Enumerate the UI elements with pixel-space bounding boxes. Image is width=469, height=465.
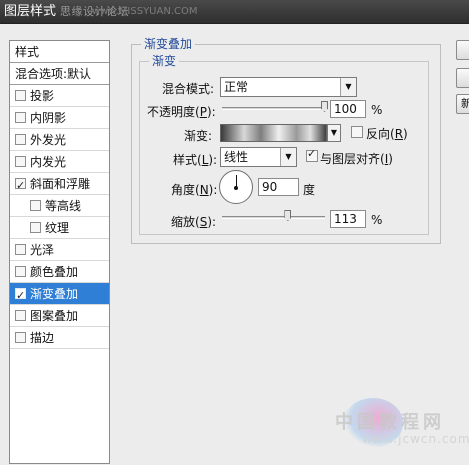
opacity-label: 不透明度(P): [147,105,216,119]
style-list-item-label: 渐变叠加 [30,287,79,301]
chevron-down-icon: ▼ [340,78,356,96]
style-checkbox[interactable] [15,285,26,307]
style-list-item-label: 光泽 [30,243,55,257]
scale-unit: % [371,213,383,227]
section-title: 渐变叠加 [141,37,196,51]
style-list-header[interactable]: 样式 [10,41,109,63]
ok-button[interactable] [456,40,469,60]
chevron-down-icon: ▼ [280,148,296,166]
style-checkbox[interactable] [15,332,26,343]
style-checkbox[interactable] [30,200,41,211]
style-list-item[interactable]: 等高线 [10,195,109,217]
style-list-item-label: 投影 [30,89,55,103]
style-list-item[interactable]: 内发光 [10,151,109,173]
reverse-label: 反向(R) [366,127,408,141]
style-list-item-label: 颜色叠加 [30,265,79,279]
style-list-item-label: 内阴影 [30,111,67,125]
style-list-item[interactable]: 纹理 [10,217,109,239]
style-checkbox[interactable] [15,244,26,255]
align-with-layer-checkbox[interactable] [306,147,318,162]
style-list-item-label: 描边 [30,331,55,345]
style-list-item[interactable]: 图案叠加 [10,305,109,327]
gradient-label: 渐变: [184,129,213,143]
style-checkbox[interactable] [15,310,26,321]
style-checkbox[interactable] [15,266,26,277]
angle-unit: 度 [303,183,316,197]
style-list-item-label: 斜面和浮雕 [30,177,91,191]
gradient-style-value: 线性 [224,150,249,164]
style-checkbox[interactable] [30,222,41,233]
opacity-input[interactable]: 100 [330,100,366,118]
angle-label: 角度(N): [171,183,218,197]
style-list-item[interactable]: 描边 [10,327,109,349]
style-list-item[interactable]: 混合选项:默认 [10,63,109,85]
blend-mode-label: 混合模式: [162,82,215,96]
opacity-slider[interactable] [222,107,325,110]
style-list-item[interactable]: 投影 [10,85,109,107]
watermark-url: www.jcwcn.com [362,432,469,446]
gradient-dropdown-icon[interactable]: ▼ [327,124,341,142]
scale-label: 缩放(S): [171,215,217,229]
style-list-item-label: 纹理 [45,221,70,235]
style-list-item-label: 外发光 [30,133,67,147]
style-list-item-label: 等高线 [45,199,82,213]
style-list-item[interactable]: 外发光 [10,129,109,151]
reverse-checkbox[interactable] [351,126,363,138]
style-checkbox[interactable] [15,175,26,197]
angle-dial-center [234,186,238,190]
style-list-item[interactable]: 渐变叠加 [10,283,109,307]
style-list-item-label: 混合选项:默认 [15,67,92,81]
blend-mode-select[interactable]: 正常 ▼ [220,77,357,97]
title-bar: 图层样式 思缘设计论坛 www.MISSYUAN.COM [0,0,469,24]
angle-dial[interactable] [219,170,253,204]
style-list-item[interactable]: 内阴影 [10,107,109,129]
style-list-item-label: 内发光 [30,155,67,169]
opacity-unit: % [371,103,383,117]
blend-mode-value: 正常 [224,80,249,94]
align-with-layer-label: 与图层对齐(I) [320,152,393,166]
style-checkbox[interactable] [15,134,26,145]
new-style-button[interactable]: 新 [456,94,469,114]
watermark-top-url: www.MISSYUAN.COM [92,6,198,17]
style-checkbox[interactable] [15,90,26,101]
style-list-item-label: 图案叠加 [30,309,79,323]
style-list-item[interactable]: 斜面和浮雕 [10,173,109,197]
style-checkbox[interactable] [15,112,26,123]
style-list-item[interactable]: 光泽 [10,239,109,261]
style-label: 样式(L): [173,153,218,167]
window-title: 图层样式 [4,4,57,19]
angle-input[interactable]: 90 [258,178,299,196]
cancel-button[interactable] [456,68,469,88]
style-list-item[interactable]: 颜色叠加 [10,261,109,283]
scale-slider[interactable] [222,216,325,219]
angle-dial-needle [236,175,237,188]
watermark-text: 中国教程网 [335,412,445,433]
style-checkbox[interactable] [15,156,26,167]
subsection-title: 渐变 [149,54,180,68]
scale-input[interactable]: 113 [330,210,366,228]
style-list: 样式 混合选项:默认投影内阴影外发光内发光斜面和浮雕等高线纹理光泽颜色叠加渐变叠… [9,40,110,464]
gradient-style-select[interactable]: 线性 ▼ [220,147,297,167]
gradient-preview[interactable] [220,124,327,142]
